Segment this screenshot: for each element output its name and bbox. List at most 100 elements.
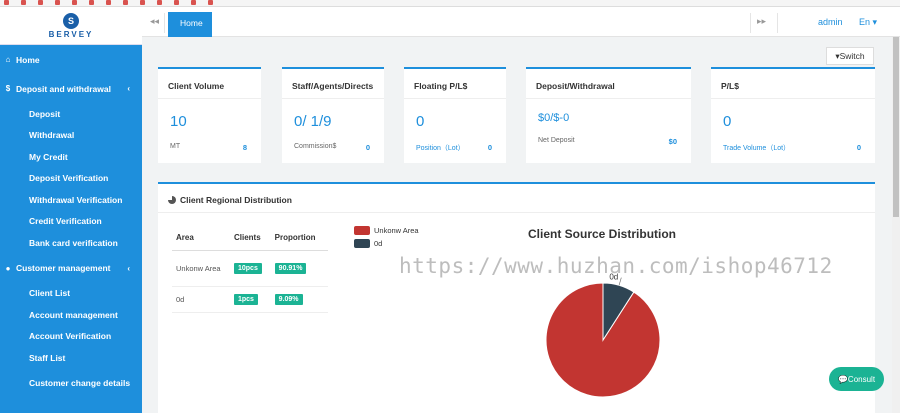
- sidebar-item-customer-management[interactable]: ● Customer management ‹: [0, 254, 142, 283]
- logo-mark-icon: S: [63, 12, 79, 29]
- card-sub-value: 8: [242, 143, 247, 152]
- scrollbar[interactable]: [892, 37, 900, 413]
- table-header-row: Area Clients Proportion: [172, 226, 328, 251]
- card-title: Client Volume: [168, 81, 225, 91]
- card-title: P/L$: [721, 81, 739, 91]
- card-sub-label: MT: [170, 143, 181, 150]
- card-value: 0: [723, 113, 732, 130]
- divider: [158, 212, 875, 213]
- sidebar-nav: ⌂ Home $ Deposit and withdrawal ‹ Deposi…: [0, 45, 142, 397]
- language-selector[interactable]: En ▾: [859, 17, 877, 28]
- card-title: Staff/Agents/Directs: [292, 81, 374, 91]
- sidebar-item-staff-list[interactable]: Staff List: [0, 347, 142, 369]
- bookmark-item[interactable]: [72, 0, 79, 6]
- clients-cell: 1pcs: [230, 286, 271, 313]
- legend-swatch: [354, 239, 370, 248]
- divider: [164, 13, 165, 33]
- sidebar: S BERVEY ⌂ Home $ Deposit and withdrawal…: [0, 7, 142, 413]
- card-sub-value: 0: [856, 143, 861, 152]
- sidebar-item-label: Deposit: [29, 108, 61, 119]
- divider: [158, 98, 261, 99]
- user-icon: ●: [5, 263, 11, 273]
- chevron-left-icon: ‹: [127, 263, 130, 273]
- card-title: Floating P/L$: [414, 81, 468, 91]
- language-label: En: [859, 17, 871, 27]
- chart-title: Client Source Distribution: [528, 227, 677, 241]
- panel-title: Client Regional Distribution: [168, 195, 292, 205]
- sidebar-item-bank-card-verification[interactable]: Bank card verification: [0, 232, 142, 254]
- proportion-cell: 90.91%: [270, 250, 328, 287]
- bookmark-item[interactable]: [191, 0, 198, 6]
- sidebar-item-deposit-and-withdrawal[interactable]: $ Deposit and withdrawal ‹: [0, 74, 142, 103]
- sidebar-item-my-credit[interactable]: My Credit: [0, 146, 142, 168]
- bookmark-item[interactable]: [38, 0, 45, 6]
- scroll-tabs-left-icon[interactable]: ◂◂: [150, 16, 159, 27]
- stat-card-pl: P/L$ 0 Trade Volume（Lot） 0: [711, 67, 875, 163]
- chevron-left-icon: ‹: [127, 84, 130, 93]
- bookmark-item[interactable]: [157, 0, 164, 6]
- sidebar-item-label: Account Verification: [29, 331, 112, 342]
- proportion-cell: 9.09%: [270, 286, 328, 313]
- scroll-tabs-right-icon[interactable]: ▸▸: [757, 16, 766, 27]
- bookmark-item[interactable]: [208, 0, 215, 6]
- sidebar-item-home[interactable]: ⌂ Home: [0, 45, 142, 74]
- brand-logo[interactable]: S BERVEY: [0, 7, 142, 45]
- proportion-badge: 90.91%: [274, 262, 307, 274]
- sidebar-item-deposit[interactable]: Deposit: [0, 103, 142, 125]
- legend-item[interactable]: Unkonw Area: [354, 224, 419, 237]
- home-icon: ⌂: [5, 55, 11, 64]
- area-cell: Unkonw Area: [172, 250, 230, 287]
- bookmark-item[interactable]: [89, 0, 96, 6]
- user-menu[interactable]: admin: [818, 17, 843, 27]
- sidebar-item-label: Bank card verification: [29, 237, 118, 248]
- sidebar-item-account-management[interactable]: Account management: [0, 304, 142, 326]
- sidebar-item-client-list[interactable]: Client List: [0, 283, 142, 305]
- sidebar-item-withdrawal[interactable]: Withdrawal: [0, 125, 142, 147]
- sidebar-item-withdrawal-verification[interactable]: Withdrawal Verification: [0, 189, 142, 211]
- slice-label-line: [618, 277, 622, 286]
- card-value: $0/$-0: [538, 112, 570, 124]
- bookmark-item[interactable]: [140, 0, 147, 6]
- sidebar-item-account-verification[interactable]: Account Verification: [0, 326, 142, 348]
- sidebar-item-label: Withdrawal: [29, 130, 75, 141]
- bookmark-item[interactable]: [55, 0, 62, 6]
- card-sub-label: Position（Lot）: [416, 145, 465, 152]
- bookmark-item[interactable]: [174, 0, 181, 6]
- divider: [526, 98, 691, 99]
- divider: [777, 13, 778, 33]
- sidebar-item-label: Deposit and withdrawal: [16, 83, 111, 94]
- sidebar-item-label: Client List: [29, 288, 71, 299]
- sidebar-item-customer-change-details[interactable]: Customer change details: [0, 369, 142, 397]
- sidebar-item-label: Account management: [29, 309, 118, 320]
- sidebar-item-label: Credit Verification: [29, 216, 102, 227]
- stat-card-deposit-withdrawal: Deposit/Withdrawal $0/$-0 Net Deposit $0: [526, 67, 691, 163]
- panel-title-text: Client Regional Distribution: [180, 195, 292, 205]
- stat-card-client-volume: Client Volume 10 MT 8: [158, 67, 261, 163]
- sidebar-item-label: Customer management: [16, 263, 111, 273]
- caret-down-icon: ▾: [872, 17, 878, 27]
- bookmark-item[interactable]: [106, 0, 113, 6]
- legend-label: Unkonw Area: [374, 226, 419, 235]
- bookmark-item[interactable]: [123, 0, 130, 6]
- column-header: Proportion: [270, 226, 328, 251]
- stat-card-staff-agents-directs: Staff/Agents/Directs 0/ 1/9 Commission$ …: [282, 67, 384, 163]
- card-value: 0: [416, 113, 425, 130]
- card-value: 0/ 1/9: [294, 113, 332, 130]
- sidebar-item-label: Home: [16, 54, 40, 65]
- legend-item[interactable]: 0d: [354, 237, 419, 250]
- consult-label: Consult: [847, 374, 876, 384]
- bookmark-item[interactable]: [21, 0, 28, 6]
- switch-button[interactable]: ▾Switch: [826, 47, 874, 65]
- tab-home[interactable]: Home: [168, 12, 212, 37]
- consult-button[interactable]: 💬 Consult: [829, 367, 884, 391]
- table-row: 0d 1pcs 9.09%: [172, 286, 328, 313]
- sidebar-item-credit-verification[interactable]: Credit Verification: [0, 211, 142, 233]
- bookmark-item[interactable]: [4, 0, 11, 6]
- scrollbar-thumb[interactable]: [893, 37, 899, 217]
- dollar-icon: $: [5, 84, 11, 93]
- card-sub-label: Trade Volume（Lot）: [723, 145, 791, 152]
- main-content: ▾Switch Client Volume 10 MT 8 Staff/Agen…: [142, 37, 892, 413]
- clients-badge: 10pcs: [234, 262, 262, 274]
- pie-chart-icon: [168, 196, 176, 204]
- sidebar-item-deposit-verification[interactable]: Deposit Verification: [0, 168, 142, 190]
